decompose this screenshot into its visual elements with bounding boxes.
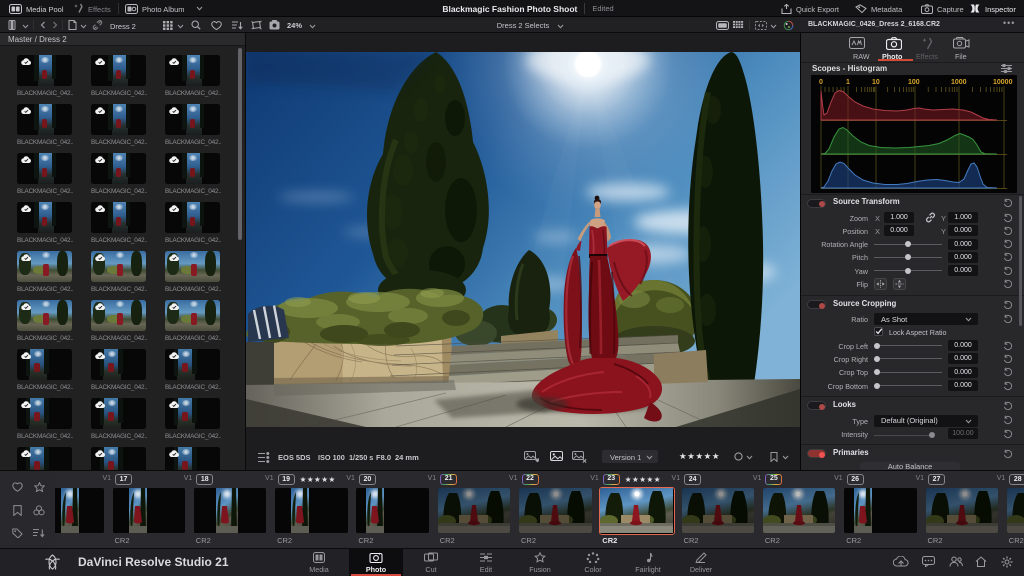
svg-text:10: 10	[872, 79, 880, 86]
svg-text:1000: 1000	[951, 79, 967, 86]
svg-text:10000: 10000	[993, 79, 1013, 86]
svg-text:100: 100	[908, 79, 920, 86]
svg-text:0: 0	[819, 79, 823, 86]
svg-text:1: 1	[846, 79, 850, 86]
